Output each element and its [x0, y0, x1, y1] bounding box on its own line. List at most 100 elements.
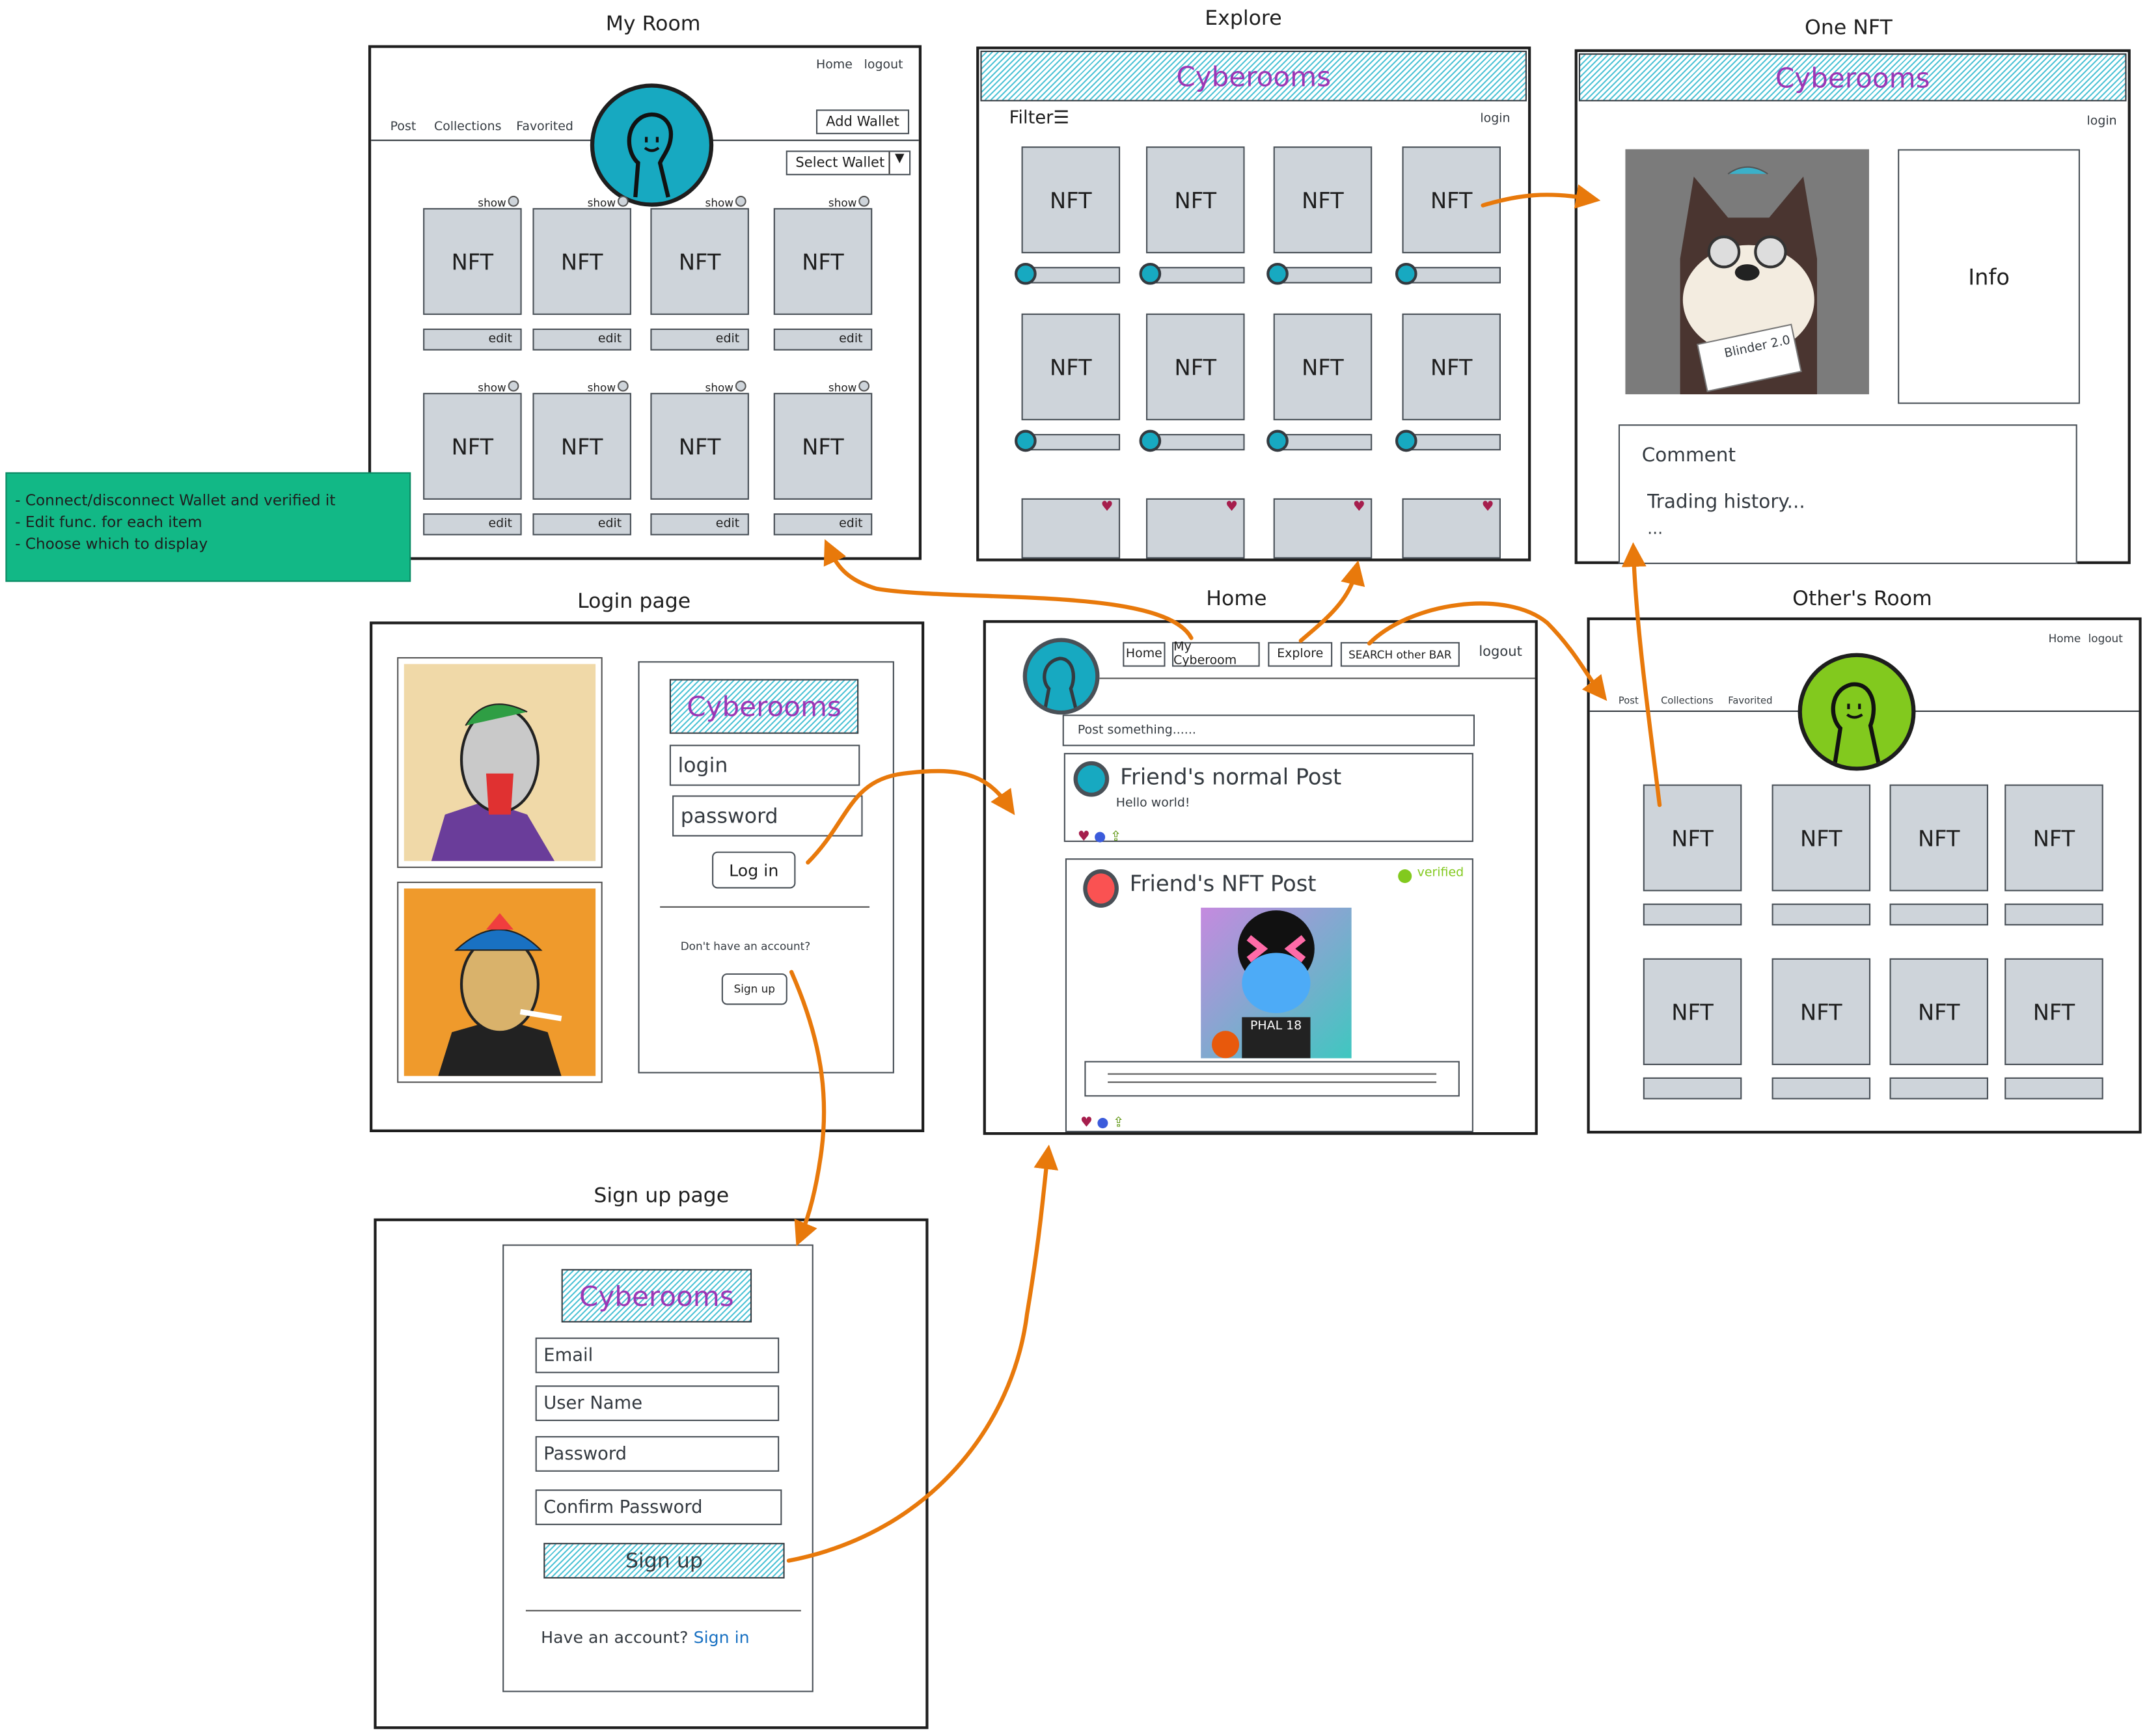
tab-favorited[interactable]: Favorited [516, 120, 573, 134]
show-toggle[interactable]: show [588, 380, 629, 394]
heart-icon[interactable]: ♥ [1482, 500, 1494, 515]
edit-button[interactable]: edit [773, 328, 873, 351]
home-link[interactable]: Home [816, 59, 853, 72]
friend-avatar[interactable] [1073, 761, 1110, 797]
signin-link[interactable]: Sign in [694, 1628, 750, 1647]
home-link[interactable]: Home [2049, 632, 2081, 645]
nft-card[interactable]: NFT [423, 208, 522, 315]
edit-button[interactable]: edit [532, 328, 631, 351]
radio-icon[interactable] [858, 380, 869, 392]
avatar[interactable] [590, 83, 714, 207]
tab-collections[interactable]: Collections [434, 120, 502, 134]
comment-icon[interactable]: ● [1094, 830, 1106, 845]
nft-card[interactable]: NFT [1889, 958, 1989, 1065]
radio-icon[interactable] [735, 380, 746, 392]
friend-avatar[interactable] [1083, 869, 1119, 908]
search-other-bar[interactable]: SEARCH other BAR [1340, 642, 1460, 667]
owner-avatar[interactable] [1395, 429, 1417, 452]
owner-avatar[interactable] [1015, 262, 1037, 285]
radio-icon[interactable] [858, 195, 869, 207]
nft-card[interactable]: NFT [423, 392, 522, 500]
edit-button[interactable]: edit [773, 513, 873, 536]
nav-home-button[interactable]: Home [1123, 642, 1166, 667]
nav-my-cyberoom-button[interactable]: My Cyberoom [1172, 641, 1260, 668]
password-input[interactable]: Password [535, 1436, 780, 1472]
nft-card[interactable]: NFT [773, 208, 873, 315]
tab-post[interactable]: Post [390, 120, 417, 134]
post-input[interactable]: Post something...... [1062, 714, 1475, 746]
nft-card[interactable]: ♥ [1146, 498, 1245, 559]
login-link[interactable]: login [1480, 113, 1510, 126]
avatar[interactable] [1798, 653, 1916, 771]
login-link[interactable]: login [2086, 115, 2116, 129]
nft-card[interactable]: ♥ [1021, 498, 1121, 559]
show-toggle[interactable]: show [828, 380, 869, 394]
comment-icon[interactable]: ● [1097, 1116, 1108, 1131]
nft-card[interactable]: NFT [1021, 146, 1121, 254]
nft-card[interactable]: ♥ [1273, 498, 1373, 559]
signup-button[interactable]: Sign up [721, 973, 787, 1005]
edit-button[interactable]: edit [650, 513, 749, 536]
signup-submit-button[interactable]: Sign up [543, 1543, 785, 1579]
nft-card[interactable]: NFT [773, 392, 873, 500]
radio-icon[interactable] [507, 380, 519, 392]
nft-card[interactable]: NFT [650, 208, 749, 315]
nft-card[interactable]: NFT [1889, 784, 1989, 891]
select-wallet-dropdown[interactable]: Select Wallet ▼ [786, 150, 911, 176]
nft-post-comment-box[interactable] [1084, 1061, 1460, 1097]
login-input[interactable]: login [669, 744, 860, 786]
tab-post[interactable]: Post [1619, 696, 1639, 707]
show-toggle[interactable]: show [705, 380, 746, 394]
filter-button[interactable]: Filter☰ [1009, 108, 1069, 129]
nav-explore-button[interactable]: Explore [1268, 642, 1333, 667]
share-icon[interactable]: ⇪ [1110, 830, 1122, 845]
heart-icon[interactable]: ♥ [1101, 500, 1114, 515]
nft-card[interactable]: NFT [1146, 146, 1245, 254]
nft-card[interactable]: NFT [1643, 784, 1742, 891]
tab-favorited[interactable]: Favorited [1728, 696, 1772, 707]
heart-icon[interactable]: ♥ [1225, 500, 1238, 515]
share-icon[interactable]: ⇪ [1113, 1116, 1125, 1131]
tab-collections[interactable]: Collections [1661, 696, 1714, 707]
nft-card[interactable]: ♥ [1402, 498, 1501, 559]
password-input[interactable]: password [672, 795, 863, 837]
edit-button[interactable]: edit [532, 513, 631, 536]
nft-card[interactable]: NFT [1643, 958, 1742, 1065]
nft-card[interactable]: NFT [1021, 313, 1121, 420]
nft-card[interactable]: NFT [1402, 146, 1501, 254]
confirm-password-input[interactable]: Confirm Password [535, 1489, 782, 1525]
logout-link[interactable]: logout [864, 59, 903, 72]
radio-icon[interactable] [617, 380, 629, 392]
heart-icon[interactable]: ♥ [1080, 1116, 1093, 1131]
show-toggle[interactable]: show [478, 195, 519, 210]
nft-card[interactable]: NFT [1402, 313, 1501, 420]
logout-link[interactable]: logout [1479, 645, 1522, 660]
heart-icon[interactable]: ♥ [1353, 500, 1365, 515]
owner-avatar[interactable] [1266, 262, 1289, 285]
email-input[interactable]: Email [535, 1337, 780, 1374]
show-toggle[interactable]: show [478, 380, 519, 394]
owner-avatar[interactable] [1266, 429, 1289, 452]
logout-link[interactable]: logout [2088, 632, 2123, 645]
avatar[interactable] [1022, 638, 1100, 715]
show-toggle[interactable]: show [828, 195, 869, 210]
owner-avatar[interactable] [1015, 429, 1037, 452]
nft-card[interactable]: NFT [1273, 146, 1373, 254]
radio-icon[interactable] [735, 195, 746, 207]
nft-card[interactable]: NFT [1771, 784, 1871, 891]
nft-card[interactable]: NFT [1146, 313, 1245, 420]
nft-card[interactable]: NFT [532, 208, 631, 315]
owner-avatar[interactable] [1139, 429, 1162, 452]
radio-icon[interactable] [617, 195, 629, 207]
username-input[interactable]: User Name [535, 1385, 780, 1421]
nft-card[interactable]: NFT [2004, 784, 2103, 891]
add-wallet-button[interactable]: Add Wallet [815, 109, 910, 135]
nft-card[interactable]: NFT [1273, 313, 1373, 420]
nft-card[interactable]: NFT [650, 392, 749, 500]
heart-icon[interactable]: ♥ [1078, 830, 1090, 845]
nft-card[interactable]: NFT [2004, 958, 2103, 1065]
nft-card[interactable]: NFT [1771, 958, 1871, 1065]
edit-button[interactable]: edit [423, 513, 522, 536]
login-button[interactable]: Log in [712, 851, 796, 889]
edit-button[interactable]: edit [423, 328, 522, 351]
